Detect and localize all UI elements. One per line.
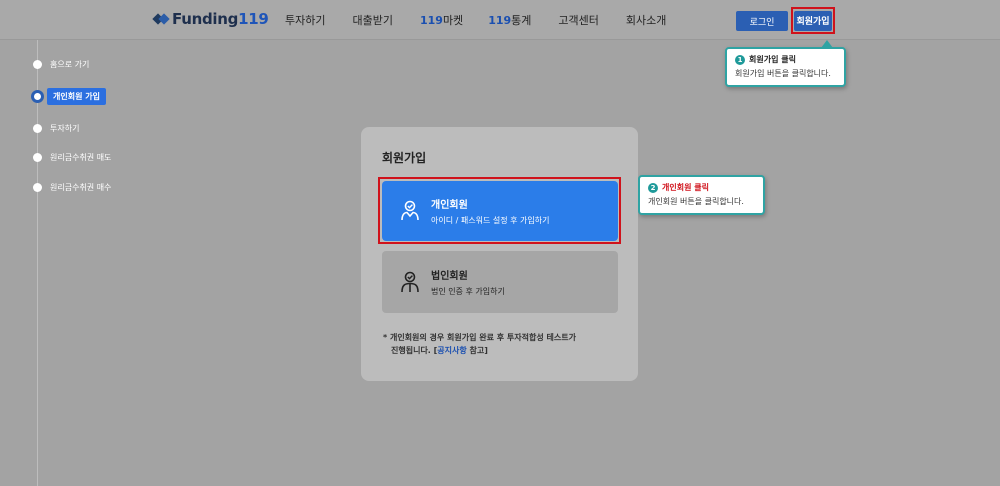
tooltip-body: 회원가입 버튼을 클릭합니다. (735, 69, 831, 78)
logo-number: 119 (238, 10, 269, 28)
signup-button[interactable]: 회원가입 (794, 10, 832, 31)
step-dot-icon (33, 153, 42, 162)
corporate-member-subtitle: 법인 인증 후 가입하기 (431, 287, 505, 296)
logo-text: Funding (172, 10, 239, 28)
personal-member-button[interactable]: 개인회원 아이디 / 패스워드 설정 후 가입하기 (382, 181, 618, 241)
corporate-member-title: 법인회원 (431, 271, 468, 282)
timeline-step-buy[interactable]: 원리금수취권 매수 (33, 182, 111, 193)
personal-member-title: 개인회원 (431, 200, 468, 211)
corporate-member-button[interactable]: 법인회원 법인 인증 후 가입하기 (382, 251, 618, 313)
signup-button-highlight: 회원가입 (791, 7, 835, 34)
step-number-badge: 2 (648, 182, 658, 193)
tooltip-title: 개인회원 클릭 (662, 183, 709, 192)
timeline-step-sell[interactable]: 원리금수취권 매도 (33, 152, 111, 163)
site-header: Funding119 투자하기 대출받기 119마켓 119통계 고객센터 회사… (0, 0, 1000, 40)
modal-title: 회원가입 (382, 151, 427, 165)
tooltip-title: 회원가입 클릭 (749, 55, 796, 64)
nav-loan[interactable]: 대출받기 (352, 12, 392, 28)
guide-tooltip-personal: 2 개인회원 클릭 개인회원 버튼을 클릭합니다. (630, 175, 765, 215)
main-nav: 투자하기 대출받기 119마켓 119통계 고객센터 회사소개 (285, 12, 666, 28)
nav-about[interactable]: 회사소개 (626, 12, 666, 28)
personal-member-subtitle: 아이디 / 패스워드 설정 후 가입하기 (431, 216, 550, 225)
nav-invest[interactable]: 투자하기 (285, 12, 325, 28)
personal-user-icon (401, 200, 419, 221)
timeline-step-home[interactable]: 홈으로 가기 (33, 59, 89, 70)
tooltip-body: 개인회원 버튼을 클릭합니다. (648, 197, 744, 206)
login-button[interactable]: 로그인 (736, 11, 788, 31)
step-dot-icon (33, 60, 42, 69)
step-dot-active-icon (31, 90, 44, 103)
notice-link[interactable]: 공지사항 (437, 346, 466, 355)
logo-mark-icon (154, 13, 168, 25)
site-logo[interactable]: Funding119 (154, 10, 269, 28)
nav-market[interactable]: 119마켓 (420, 12, 463, 28)
guide-tooltip-signup: 1 회원가입 클릭 회원가입 버튼을 클릭합니다. (725, 40, 846, 87)
step-number-badge: 1 (735, 54, 745, 65)
nav-stats[interactable]: 119통계 (488, 12, 531, 28)
timeline-step-personal-signup[interactable]: 개인회원 가입 (31, 88, 106, 105)
corporate-user-icon (401, 271, 419, 293)
timeline-step-invest[interactable]: 투자하기 (33, 123, 79, 134)
timeline-line (37, 0, 38, 486)
nav-support[interactable]: 고객센터 (558, 12, 598, 28)
signup-notice: * 개인회원의 경우 회원가입 완료 후 투자적합성 테스트가 진행됩니다. [… (383, 333, 576, 355)
step-dot-icon (33, 124, 42, 133)
step-dot-icon (33, 183, 42, 192)
